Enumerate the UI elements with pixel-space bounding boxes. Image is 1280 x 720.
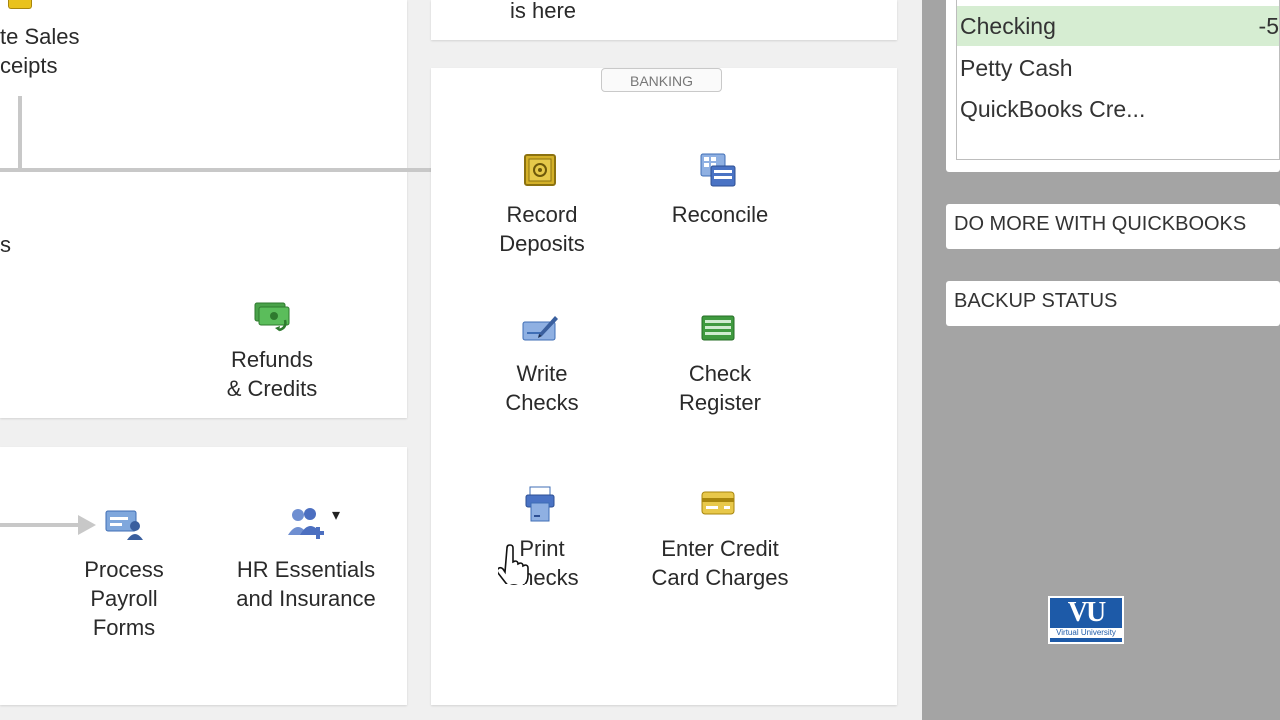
account-name: Petty Cash: [960, 55, 1073, 81]
write-checks-line2: Checks: [505, 390, 579, 415]
payroll-label-line2: Payroll: [90, 586, 158, 611]
print-checks-button[interactable]: [520, 485, 560, 523]
sales-receipts-label-line1: te Sales: [0, 24, 80, 49]
refunds-credits-label[interactable]: Refunds & Credits: [198, 345, 346, 403]
account-balances-box: Checking -5 Petty Cash QuickBooks Cre...: [946, 0, 1280, 172]
backup-status-header[interactable]: BACKUP STATUS: [946, 281, 1280, 326]
account-name: Checking: [960, 13, 1056, 39]
refunds-credits-button[interactable]: [250, 300, 294, 334]
hr-label-line1: HR Essentials: [236, 557, 376, 582]
account-balance: -5: [1258, 13, 1279, 39]
check-register-line1: Check: [688, 361, 752, 386]
record-deposits-line1: Record: [506, 202, 578, 227]
refunds-label-line1: Refunds: [231, 347, 313, 372]
process-payroll-forms-button[interactable]: [102, 507, 146, 541]
write-check-icon: [522, 316, 558, 341]
print-checks-label[interactable]: Print Checks: [472, 534, 612, 592]
customers-panel: te Sales ceipts s Refunds & Credits: [0, 0, 407, 418]
process-payroll-forms-label[interactable]: Process Payroll Forms: [54, 555, 194, 642]
hr-essentials-label[interactable]: HR Essentials and Insurance: [216, 555, 396, 613]
reconcile-label[interactable]: Reconcile: [650, 200, 790, 229]
vu-logo-subtext: Virtual University: [1050, 628, 1122, 638]
printer-icon: [525, 486, 555, 522]
hr-dropdown-icon[interactable]: ▾: [332, 505, 340, 525]
hr-label-line2: and Insurance: [236, 586, 376, 611]
arrow-head-icon: [78, 515, 96, 535]
write-checks-label[interactable]: Write Checks: [472, 359, 612, 417]
credit-charges-line2: Card Charges: [651, 565, 789, 590]
check-register-label[interactable]: Check Register: [650, 359, 790, 417]
hand-cursor-icon: [498, 544, 529, 584]
check-register-button[interactable]: [698, 314, 738, 342]
flow-arrow-to-deposits: [0, 168, 500, 172]
vu-logo: VU Virtual University: [1048, 596, 1124, 644]
employees-panel: Process Payroll Forms ▾ HR Essentials an…: [0, 447, 407, 705]
flow-connector-vertical: [18, 96, 22, 172]
do-more-label: DO MORE WITH QUICKBOOKS: [954, 213, 1247, 235]
sales-receipt-icon: [8, 0, 32, 9]
write-checks-button[interactable]: [520, 312, 560, 344]
payroll-form-icon: [105, 510, 143, 540]
hr-essentials-button[interactable]: [284, 505, 328, 543]
reconcile-icon: [700, 153, 736, 187]
record-deposits-label[interactable]: Record Deposits: [472, 200, 612, 258]
sales-receipts-label-line2: ceipts: [0, 53, 58, 78]
account-name: QuickBooks Cre...: [960, 96, 1146, 122]
refunds-label-line2: & Credits: [226, 376, 318, 401]
account-row-petty-cash[interactable]: Petty Cash: [957, 48, 1279, 88]
account-row-quickbooks-credit[interactable]: QuickBooks Cre...: [957, 89, 1279, 129]
reconcile-button[interactable]: [698, 152, 738, 188]
partial-label: s: [0, 232, 11, 257]
check-register-line2: Register: [679, 390, 761, 415]
print-checks-line2: Checks: [505, 565, 579, 590]
enter-credit-card-charges-label[interactable]: Enter Credit Card Charges: [630, 534, 810, 592]
do-more-with-quickbooks-header[interactable]: DO MORE WITH QUICKBOOKS: [946, 204, 1280, 249]
people-add-icon: [288, 508, 324, 539]
flow-arrow-to-payroll: [0, 523, 80, 527]
banking-section-tab: BANKING: [601, 68, 722, 92]
check-register-icon: [701, 315, 735, 341]
partial-text: is here: [509, 0, 577, 23]
record-deposits-button[interactable]: [520, 153, 560, 187]
refund-money-icon: [254, 302, 290, 332]
safe-icon: [524, 154, 556, 186]
write-checks-line1: Write: [516, 361, 568, 386]
top-center-panel: is here: [431, 0, 897, 40]
credit-charges-line1: Enter Credit: [661, 536, 779, 561]
credit-card-icon: [701, 491, 735, 515]
payroll-label-line3: Forms: [92, 615, 156, 640]
account-list: Checking -5 Petty Cash QuickBooks Cre...: [956, 0, 1280, 160]
print-checks-line1: Print: [519, 536, 565, 561]
account-row-checking[interactable]: Checking -5: [957, 6, 1279, 46]
record-deposits-line2: Deposits: [499, 231, 585, 256]
vu-logo-text: VU: [1067, 597, 1106, 628]
enter-credit-card-charges-button[interactable]: [698, 490, 738, 516]
backup-status-label: BACKUP STATUS: [954, 290, 1118, 312]
create-sales-receipts-link[interactable]: te Sales ceipts: [0, 22, 110, 80]
payroll-label-line1: Process: [84, 557, 164, 582]
